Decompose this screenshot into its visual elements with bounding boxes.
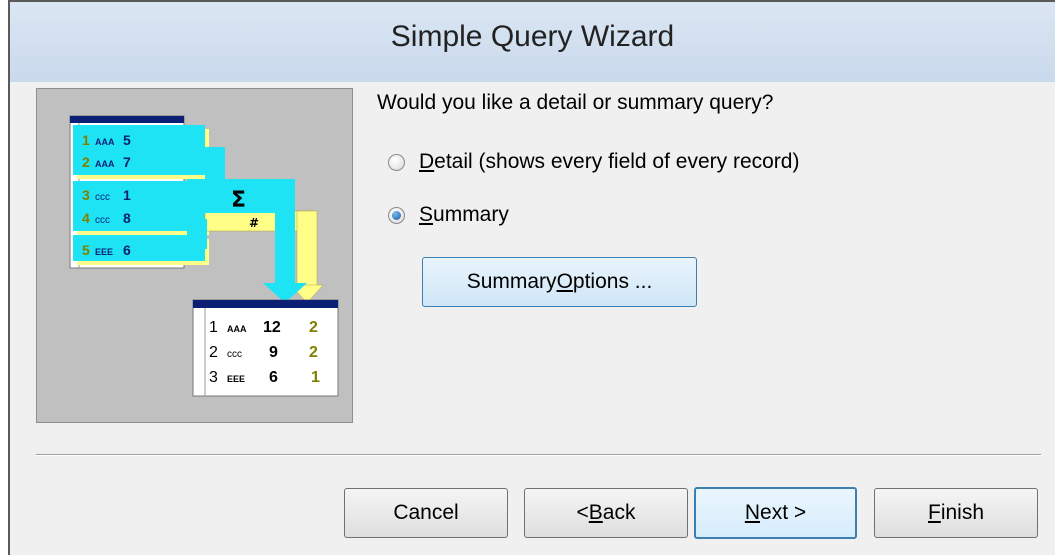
source-row-value: 8 bbox=[123, 210, 131, 226]
source-row-code: ccc bbox=[95, 215, 110, 226]
illustration-graphic: 1 AAA 5 2 AAA 7 3 ccc 1 4 ccc 8 5 EEE 6 bbox=[69, 115, 339, 397]
group-ccc-band bbox=[73, 181, 205, 231]
source-row-value: 1 bbox=[123, 187, 131, 203]
group-aaa-band bbox=[73, 125, 205, 175]
source-row-value: 5 bbox=[123, 132, 131, 148]
window-title: Simple Query Wizard bbox=[390, 20, 675, 53]
summary-illustration: 1 AAA 5 2 AAA 7 3 ccc 1 4 ccc 8 5 EEE 6 bbox=[36, 88, 353, 423]
result-table-header bbox=[193, 300, 338, 308]
result-row-count: 2 bbox=[309, 344, 318, 361]
summary-option[interactable]: Summary bbox=[388, 203, 509, 227]
detail-option[interactable]: Detail (shows every field of every recor… bbox=[388, 150, 799, 174]
summary-radio[interactable] bbox=[388, 206, 405, 224]
result-row-sum: 12 bbox=[263, 319, 281, 336]
source-row-code: EEE bbox=[95, 247, 113, 257]
source-row-code: ccc bbox=[95, 192, 110, 203]
cancel-button[interactable]: Cancel bbox=[344, 488, 508, 538]
source-row-value: 7 bbox=[123, 154, 131, 170]
next-button[interactable]: Next > bbox=[694, 487, 857, 539]
source-row-code: AAA bbox=[95, 159, 115, 169]
result-row-sum: 6 bbox=[269, 369, 278, 386]
result-row-num: 3 bbox=[209, 369, 218, 386]
detail-radio[interactable] bbox=[388, 153, 405, 171]
wizard-window: Simple Query Wizard 1 AAA 5 2 AAA 7 3 cc… bbox=[8, 0, 1055, 555]
result-row-count: 2 bbox=[309, 319, 318, 336]
source-table-header bbox=[70, 116, 184, 123]
result-row-sum: 9 bbox=[269, 344, 278, 361]
group-eee-band bbox=[73, 235, 205, 261]
result-table: 1 AAA 12 2 2 ccc 9 2 3 EEE 6 1 bbox=[192, 299, 339, 397]
result-row-num: 2 bbox=[209, 344, 218, 361]
source-row-value: 6 bbox=[123, 242, 131, 258]
result-row-code: ccc bbox=[227, 349, 242, 360]
source-table: 1 AAA 5 2 AAA 7 3 ccc 1 4 ccc 8 5 EEE 6 bbox=[69, 115, 324, 304]
summary-options-button[interactable]: Summary Options ... bbox=[422, 257, 697, 307]
result-row-code: AAA bbox=[227, 324, 247, 334]
count-symbol: # bbox=[249, 216, 259, 230]
title-bar: Simple Query Wizard bbox=[10, 2, 1055, 82]
sum-symbol: Σ bbox=[231, 188, 246, 213]
result-row-num: 1 bbox=[209, 319, 218, 336]
summary-label: Summary bbox=[419, 203, 509, 226]
source-row-num: 5 bbox=[82, 242, 90, 258]
footer-separator bbox=[36, 454, 1041, 456]
source-row-num: 1 bbox=[82, 132, 90, 148]
result-row-count: 1 bbox=[311, 369, 320, 386]
source-row-num: 4 bbox=[82, 210, 90, 226]
source-row-num: 3 bbox=[82, 187, 90, 203]
source-row-code: AAA bbox=[95, 137, 115, 147]
finish-button[interactable]: Finish bbox=[874, 488, 1038, 538]
back-button[interactable]: < Back bbox=[524, 488, 688, 538]
query-type-question: Would you like a detail or summary query… bbox=[377, 91, 774, 114]
detail-label: Detail (shows every field of every recor… bbox=[419, 150, 800, 173]
source-row-num: 2 bbox=[82, 154, 90, 170]
result-row-code: EEE bbox=[227, 374, 245, 384]
